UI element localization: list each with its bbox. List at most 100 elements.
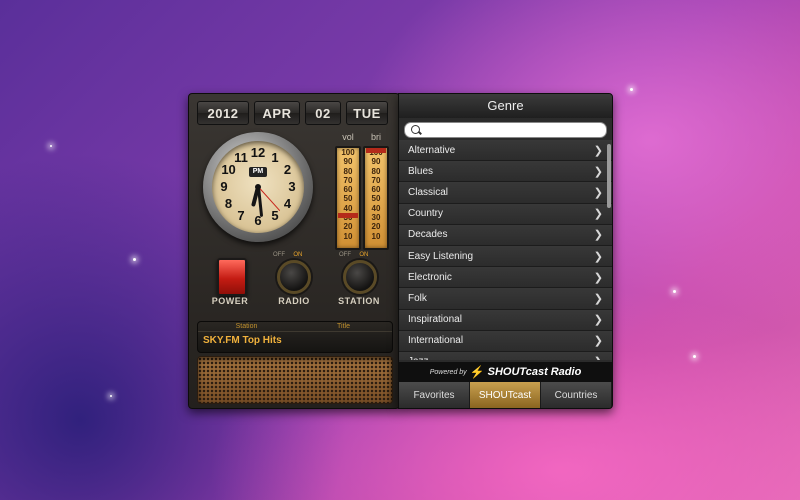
lightning-icon: ⚡ [469,365,485,379]
genre-item-label: Jazz [408,356,429,360]
meter-mark: 50 [343,194,353,204]
radio-knob[interactable] [277,260,311,294]
date-bar: 2012 APR 02 TUE [197,101,391,125]
genre-item-label: Folk [408,292,427,304]
power-label: POWER [211,296,249,306]
bri-label: bri [370,132,381,142]
genre-item-label: Easy Listening [408,250,474,262]
chevron-right-icon: ❯ [593,165,603,178]
genre-item[interactable]: International ❯ [399,330,612,352]
chevron-right-icon: ❯ [594,355,603,360]
genre-list: Alternative ❯ Blues ❯ Classical ❯ Country ❯ Deca… [399,140,612,360]
powered-by-bar: Powered by ⚡ SHOUTcast Radio [399,362,612,382]
chevron-right-icon: ❯ [593,250,603,263]
station-off-on: OFF ON [339,252,369,258]
analog-clock: PM 12 1 2 3 4 5 6 7 8 9 10 11 [203,132,313,242]
chevron-right-icon: ❯ [593,335,603,348]
meter-level-indicator[interactable] [366,148,386,153]
genre-item[interactable]: Blues ❯ [399,161,612,183]
weekday-display: TUE [346,101,388,125]
tab-shoutcast[interactable]: SHOUTcast [470,382,541,408]
meter-mark: 20 [371,222,381,232]
meter-mark: 30 [371,213,381,223]
chevron-right-icon: ❯ [593,314,603,327]
genre-item[interactable]: Jazz ❯ [399,351,612,360]
title-header[interactable]: Title [295,322,392,332]
meter-mark: 40 [371,203,381,213]
star [630,88,633,91]
chevron-right-icon: ❯ [593,292,603,305]
station-header[interactable]: Station [198,322,295,332]
star [693,355,696,358]
genre-item-label: Classical [408,186,449,198]
day-display: 02 [305,101,341,125]
chevron-right-icon: ❯ [593,186,603,199]
radio-off-on: OFF ON [273,252,303,258]
star [673,290,676,293]
meter-mark: 90 [371,157,381,167]
genre-item-label: Blues [408,165,434,177]
station-knob[interactable] [343,260,377,294]
genre-item-label: Inspirational [408,314,462,326]
tab-countries[interactable]: Countries [541,382,612,408]
scrollbar[interactable] [607,144,611,208]
powered-by-brand: SHOUTcast [487,366,548,378]
radio-label: RADIO [278,296,310,306]
genre-item-label: Decades [408,229,448,241]
meter-mark: 80 [371,166,381,176]
clock-number: 9 [220,179,228,194]
meter-mark: 40 [343,203,353,213]
search-input[interactable] [423,123,587,137]
chevron-right-icon: ❯ [593,229,603,242]
brightness-meter[interactable]: 100908070605040302010 [363,146,389,250]
tab-bar: Favorites SHOUTcast Countries [399,382,612,408]
month-display: APR [254,101,300,125]
genre-item[interactable]: Decades ❯ [399,224,612,246]
meter-mark: 100 [341,148,355,157]
powered-by-prefix: Powered by [429,368,467,376]
power-button[interactable] [217,258,247,296]
meter-mark: 80 [343,166,353,176]
genre-title: Genre [399,94,612,118]
clock-number: 2 [283,162,292,177]
chevron-right-icon: ❯ [593,144,603,157]
genre-item[interactable]: Electronic ❯ [399,267,612,289]
genre-item-label: International [408,335,464,347]
year-display: 2012 [197,101,249,125]
clock-face: PM 12 1 2 3 4 5 6 7 8 9 10 11 [212,141,304,233]
vol-label: vol [342,132,354,142]
genre-item[interactable]: Easy Listening ❯ [399,245,612,268]
clock-number: 12 [250,145,266,160]
search-icon [411,125,420,134]
meter-mark: 90 [343,157,353,167]
meter-mark: 50 [371,194,381,204]
station-label: STATION [338,296,380,306]
search-field[interactable] [404,122,607,138]
meter-mark: 70 [371,175,381,185]
meter-mark: 10 [343,231,353,241]
tab-favorites[interactable]: Favorites [399,382,470,408]
genre-item-label: Alternative [408,144,456,156]
clock-number: 8 [224,196,233,211]
genre-item[interactable]: Classical ❯ [399,182,612,204]
genre-item[interactable]: Folk ❯ [399,288,612,310]
meter-mark: 60 [343,185,353,195]
genre-item[interactable]: Country ❯ [399,203,612,225]
clock-number: 3 [288,179,296,194]
clock-center-cap [255,184,261,190]
genre-item[interactable]: Alternative ❯ [399,140,612,162]
clock-number: 5 [271,208,279,224]
volume-meter[interactable]: 100908070605040302010 [335,146,361,250]
clock-number: 6 [254,213,262,228]
powered-by-suffix: Radio [550,366,582,378]
search-row [399,118,612,142]
clock-number: 11 [234,149,248,165]
meter-mark: 70 [343,175,353,185]
meter-level-indicator[interactable] [338,213,358,219]
genre-item[interactable]: Inspirational ❯ [399,309,612,331]
station-display: Station Title SKY.FM Top Hits [197,321,393,353]
star [50,145,52,147]
star [110,395,112,397]
station-name: SKY.FM Top Hits [203,335,282,346]
radio-device: 2012 APR 02 TUE PM 12 1 2 3 4 5 6 7 8 9 10 11 vol b… [188,93,400,409]
